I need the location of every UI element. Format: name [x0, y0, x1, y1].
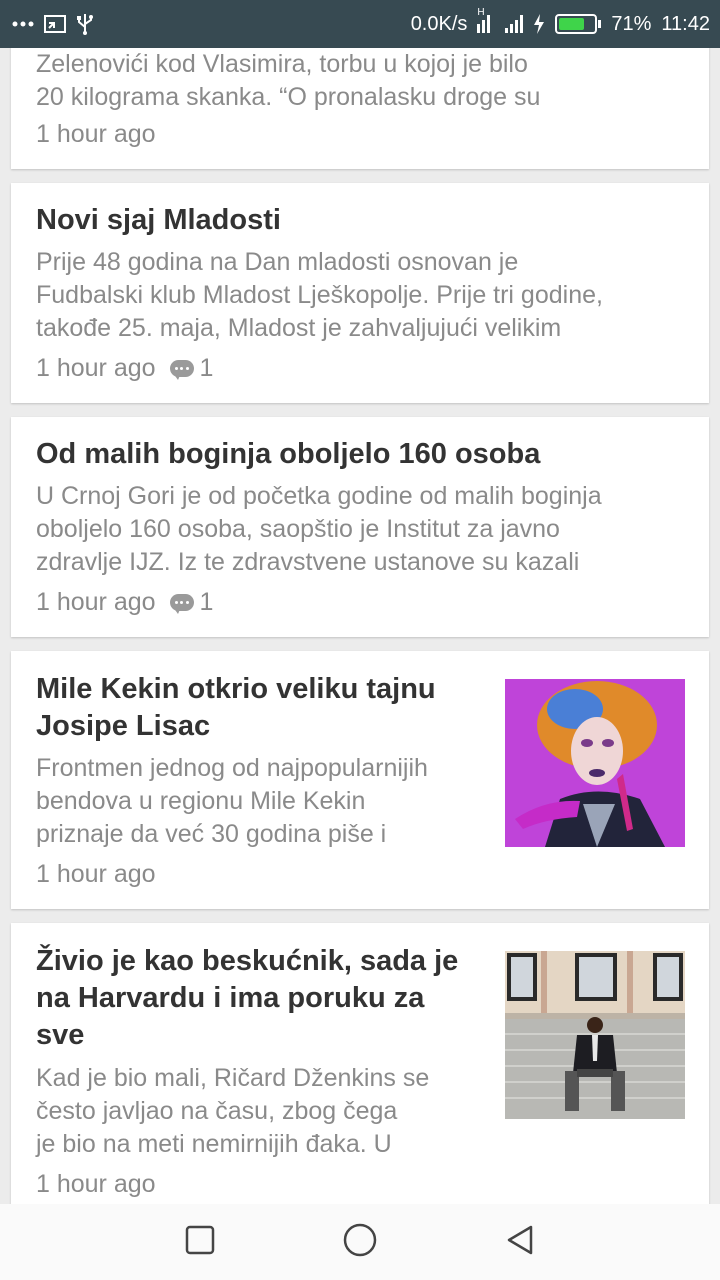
- home-icon: [343, 1223, 377, 1262]
- article-meta: 1 hour ago: [36, 1168, 156, 1201]
- status-bar: 0.0K/s H 71% 11:42: [0, 0, 720, 48]
- article-meta: 1 hour ago 1: [36, 352, 213, 385]
- back-button[interactable]: [490, 1212, 550, 1272]
- article-excerpt: Kad je bio mali, Ričard Dženkins se čest…: [36, 1064, 430, 1158]
- article-time: 1 hour ago: [36, 120, 156, 148]
- article-meta: 1 hour ago: [36, 118, 156, 151]
- article-title: Od malih boginja oboljelo 160 osoba: [36, 438, 541, 470]
- article-thumbnail[interactable]: [505, 951, 685, 1119]
- article-excerpt: U Crnoj Gori je od početka godine od mal…: [36, 482, 602, 576]
- home-button[interactable]: [330, 1212, 390, 1272]
- signal-icon: H: [477, 7, 495, 33]
- article-title: Novi sjaj Mladosti: [36, 204, 281, 236]
- comment-count[interactable]: 1: [169, 588, 213, 617]
- comment-icon: [169, 359, 194, 380]
- article-excerpt: Zelenovići kod Vlasimira, torbu u kojoj …: [36, 50, 541, 111]
- article-card[interactable]: Zelenovići kod Vlasimira, torbu u kojoj …: [11, 48, 709, 169]
- news-feed[interactable]: Zelenovići kod Vlasimira, torbu u kojoj …: [0, 48, 720, 1204]
- battery-percent: 71%: [611, 12, 652, 35]
- signal-2-icon: [505, 15, 524, 33]
- clock: 11:42: [661, 12, 710, 35]
- article-card[interactable]: Živio je kao beskućnik, sada je na Harva…: [11, 923, 709, 1204]
- comment-icon: [169, 593, 194, 614]
- article-meta: 1 hour ago: [36, 858, 156, 891]
- net-speed: 0.0K/s: [410, 12, 468, 35]
- article-thumbnail[interactable]: [505, 679, 685, 847]
- article-time: 1 hour ago: [36, 1170, 156, 1198]
- article-time: 1 hour ago: [36, 354, 156, 382]
- comment-count[interactable]: 1: [169, 354, 213, 383]
- article-title: Mile Kekin otkrio veliku tajnu Josipe Li…: [36, 673, 436, 742]
- status-bar-right: 0.0K/s H 71% 11:42: [410, 7, 710, 36]
- article-time: 1 hour ago: [36, 860, 156, 888]
- article-excerpt: Prije 48 godina na Dan mladosti osnovan …: [36, 248, 603, 342]
- recent-apps-button[interactable]: [170, 1212, 230, 1272]
- navigation-bar: [0, 1204, 720, 1280]
- status-bar-left: [12, 13, 94, 35]
- battery-fill: [559, 18, 584, 30]
- battery-icon: [555, 14, 602, 34]
- article-card[interactable]: Novi sjaj Mladosti Prije 48 godina na Da…: [11, 183, 709, 403]
- article-title: Živio je kao beskućnik, sada je na Harva…: [36, 945, 459, 1051]
- screen-cast-icon: [44, 15, 66, 33]
- article-card[interactable]: Mile Kekin otkrio veliku tajnu Josipe Li…: [11, 651, 709, 909]
- article-card[interactable]: Od malih boginja oboljelo 160 osoba U Cr…: [11, 417, 709, 637]
- article-meta: 1 hour ago 1: [36, 586, 213, 619]
- article-excerpt: Frontmen jednog od najpopularnijih bendo…: [36, 754, 428, 848]
- article-time: 1 hour ago: [36, 588, 156, 616]
- recent-apps-icon: [185, 1225, 215, 1260]
- more-icon: [12, 21, 34, 27]
- charging-icon: [533, 14, 545, 34]
- usb-icon: [76, 13, 94, 35]
- back-icon: [505, 1224, 535, 1261]
